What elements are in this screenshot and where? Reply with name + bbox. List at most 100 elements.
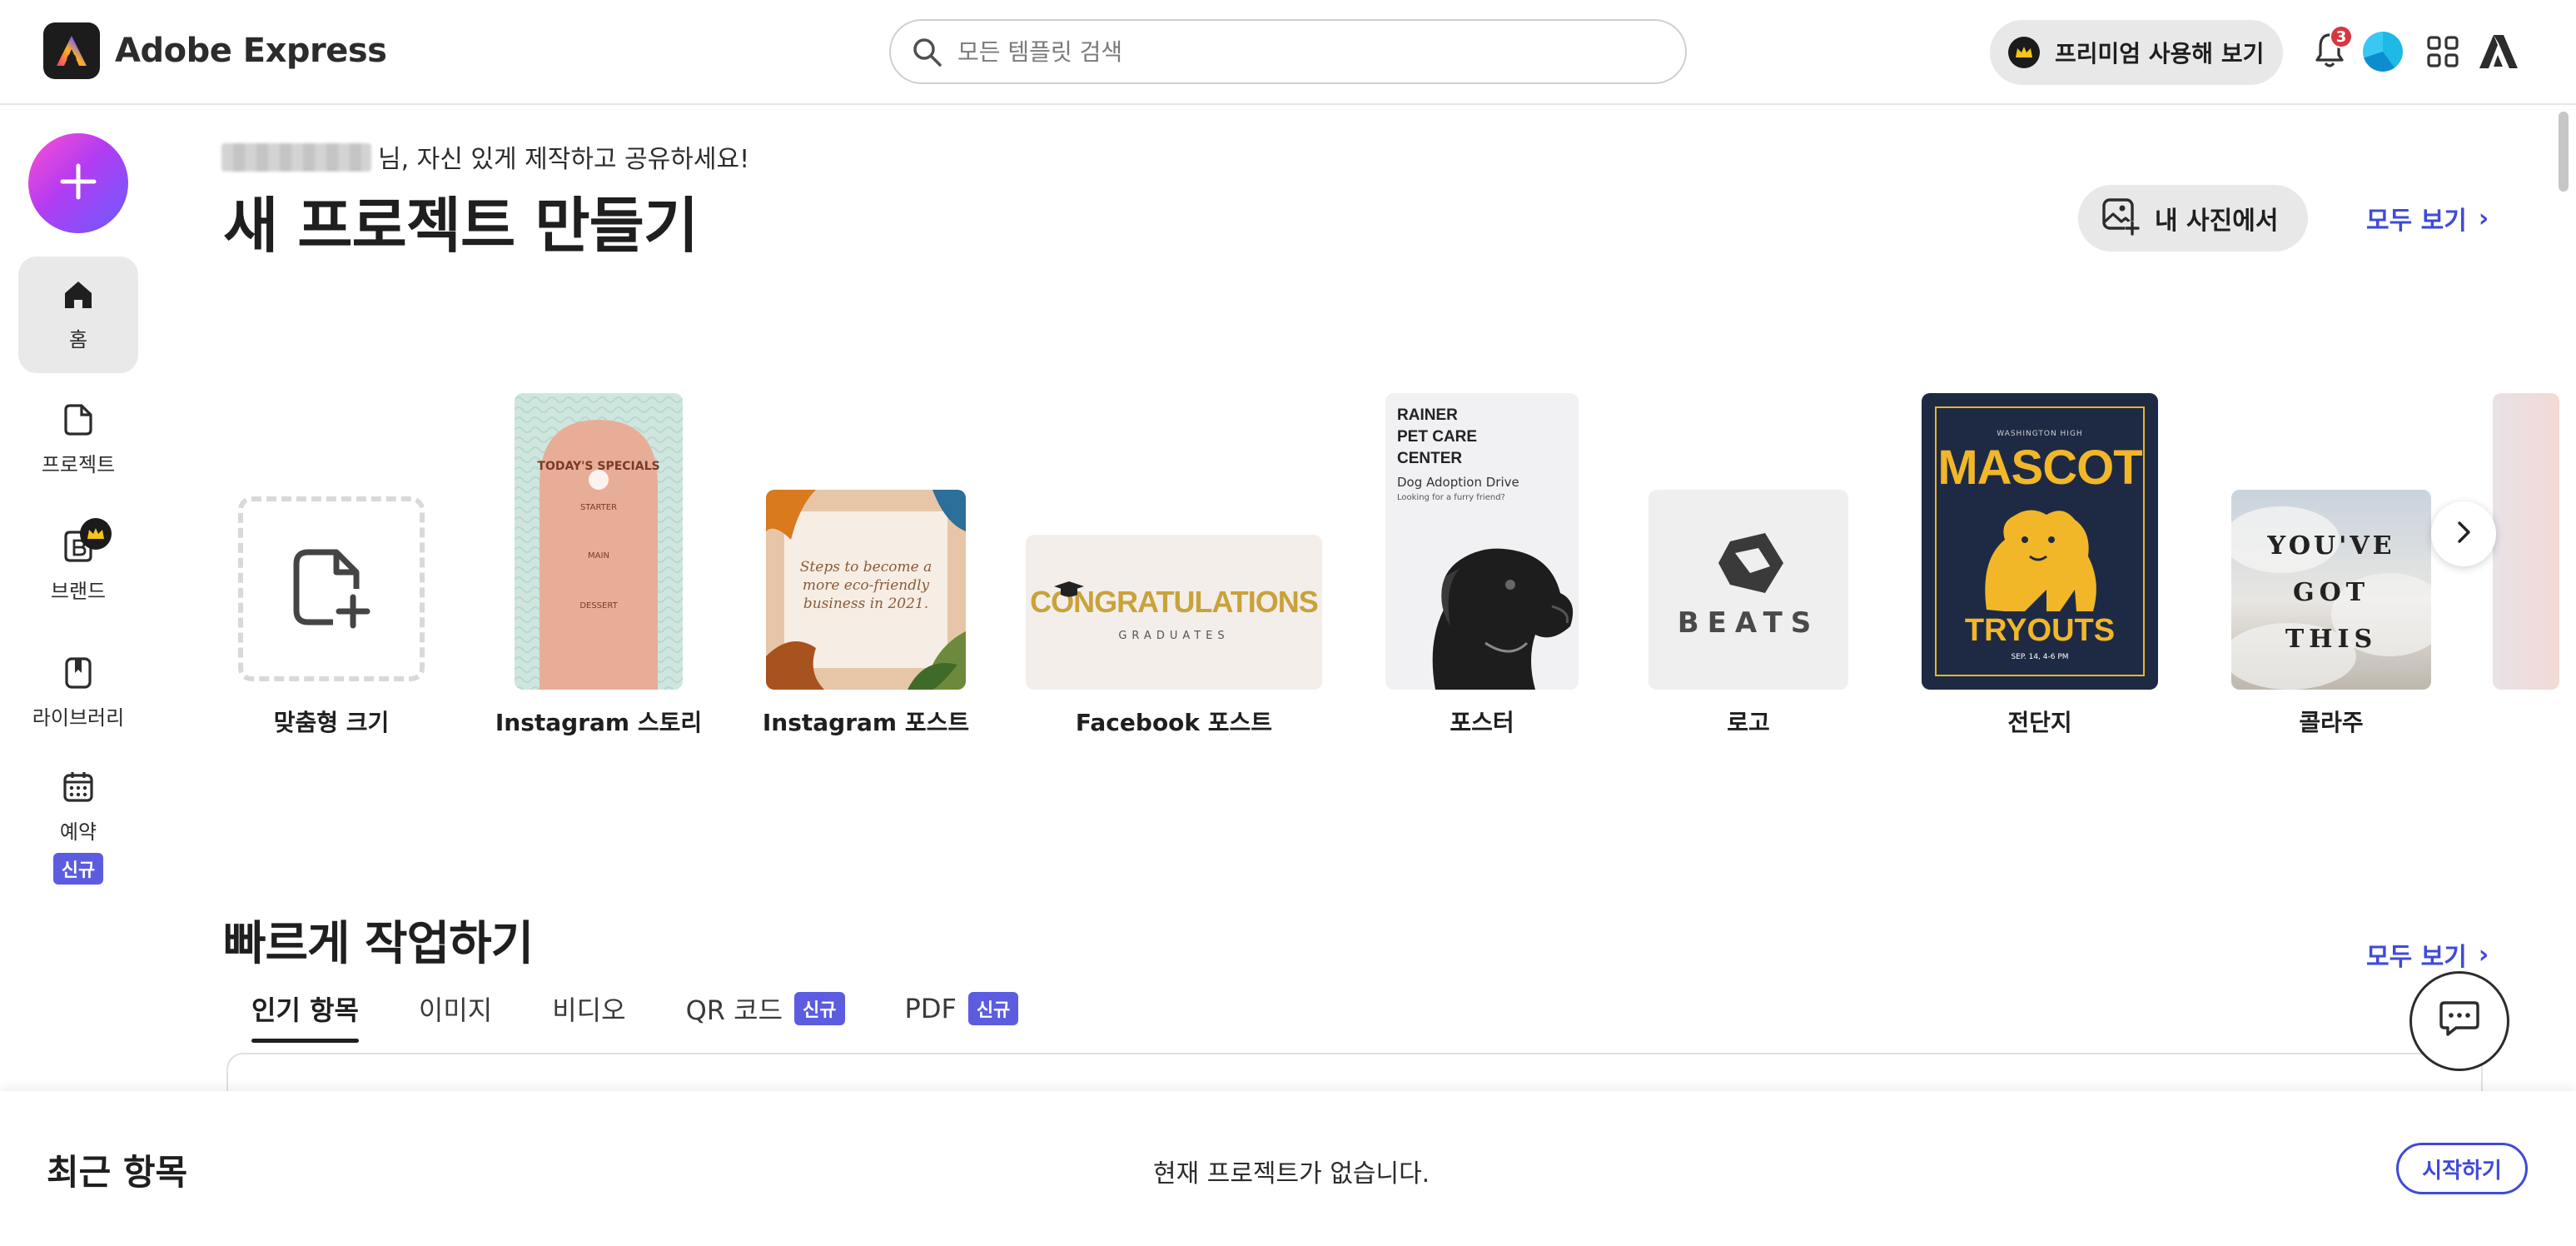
- see-all-label: 모두 보기: [2366, 943, 2467, 972]
- app-root: Adobe Express 프리미엄 사용해 보기 3: [0, 0, 2576, 1246]
- recent-title: 최근 항목: [47, 1152, 188, 1193]
- library-icon: [63, 656, 93, 693]
- notification-badge: 3: [2330, 25, 2353, 48]
- sidebar-item-brand[interactable]: 브랜드: [18, 508, 138, 625]
- page-title: 새 프로젝트 만들기: [223, 191, 699, 261]
- sidebar-item-schedule[interactable]: 예약 신규: [18, 756, 138, 898]
- chevron-right-icon: ›: [2478, 203, 2489, 233]
- flyer-date: SEP. 14, 4-6 PM: [2011, 653, 2069, 661]
- collage-thumbnail[interactable]: YOU'VE GOT THIS: [2231, 490, 2431, 690]
- top-header: Adobe Express 프리미엄 사용해 보기 3: [0, 0, 2576, 105]
- new-file-icon: [290, 546, 373, 632]
- scrollbar-thumb[interactable]: [2559, 112, 2569, 192]
- from-my-photos-button[interactable]: 내 사진에서: [2078, 185, 2308, 252]
- project-icon: [63, 403, 93, 440]
- sidebar-item-label: 라이브러리: [32, 705, 125, 730]
- tab-popular[interactable]: 인기 항목: [251, 988, 359, 1043]
- tab-label: 이미지: [418, 994, 493, 1026]
- carousel-next-button[interactable]: [2431, 501, 2496, 566]
- crown-icon: [2008, 37, 2040, 68]
- template-label[interactable]: Instagram 포스트: [763, 705, 969, 738]
- story-section-3: DESSERT: [579, 601, 618, 611]
- custom-size-tile[interactable]: [238, 496, 425, 681]
- chat-help-button[interactable]: [2409, 971, 2509, 1071]
- flyer-subtitle: TRYOUTS: [1964, 613, 2116, 648]
- tab-qr-code[interactable]: QR 코드 신규: [686, 988, 845, 1029]
- collage-line-1: YOU'VE: [2267, 531, 2395, 561]
- sidebar-item-label: 프로젝트: [41, 452, 116, 476]
- quick-actions-title: 빠르게 작업하기: [223, 917, 534, 971]
- start-button[interactable]: 시작하기: [2396, 1143, 2528, 1194]
- tab-label: QR 코드: [685, 994, 783, 1026]
- calendar-icon: [62, 770, 95, 807]
- home-icon: [62, 278, 95, 315]
- plus-icon: [57, 161, 99, 206]
- tab-video[interactable]: 비디오: [552, 988, 625, 1029]
- redacted-username: [221, 143, 371, 172]
- sidebar-item-library[interactable]: 라이브러리: [18, 635, 138, 751]
- chevron-right-icon: ›: [2478, 939, 2489, 969]
- logo-thumbnail[interactable]: BEATS: [1649, 490, 1848, 690]
- new-badge: 신규: [967, 992, 1019, 1025]
- left-nav: 홈 프로젝트 브랜드 라이브러리 예약 신규: [0, 107, 155, 1089]
- app-name: Adobe Express: [115, 32, 387, 70]
- poster-thumbnail[interactable]: RAINER PET CARE CENTER Dog Adoption Driv…: [1385, 393, 1579, 690]
- search-icon: [911, 36, 944, 72]
- tab-label: 인기 항목: [251, 994, 359, 1026]
- chat-icon: [2438, 999, 2481, 1043]
- story-section-2: MAIN: [588, 551, 609, 561]
- from-my-photos-label: 내 사진에서: [2155, 207, 2279, 236]
- story-section-1: STARTER: [579, 503, 618, 512]
- post-art-text: Steps to become a more eco-friendly busi…: [799, 559, 932, 612]
- tab-pdf[interactable]: PDF 신규: [905, 988, 1019, 1029]
- recent-empty-message: 현재 프로젝트가 없습니다.: [1153, 1159, 1430, 1189]
- sidebar-item-projects[interactable]: 프로젝트: [18, 381, 138, 498]
- greeting-text: 님, 자신 있게 제작하고 공유하세요!: [378, 145, 750, 174]
- template-thumbnail-partial[interactable]: [2493, 393, 2559, 690]
- template-label[interactable]: Facebook 포스트: [1076, 705, 1272, 738]
- add-photo-icon: [2101, 197, 2140, 239]
- instagram-post-thumbnail[interactable]: Steps to become a more eco-friendly busi…: [766, 490, 966, 690]
- template-label[interactable]: 포스터: [1450, 705, 1514, 738]
- flyer-thumbnail[interactable]: WASHINGTON HIGH MASCOT TRYOUTS SEP. 14, …: [1922, 393, 2158, 690]
- tab-label: PDF: [904, 993, 957, 1024]
- collage-line-3: THIS: [2285, 625, 2378, 654]
- vertical-scrollbar[interactable]: [2554, 107, 2573, 1089]
- apps-grid-icon[interactable]: [2426, 35, 2459, 72]
- sidebar-item-label: 예약: [59, 820, 97, 844]
- story-heading: TODAY'S SPECIALS: [537, 460, 660, 473]
- template-label[interactable]: 콜라주: [2299, 705, 2363, 738]
- search-bar[interactable]: [889, 19, 1687, 84]
- template-label[interactable]: Instagram 스토리: [495, 705, 702, 738]
- avatar[interactable]: [2363, 32, 2403, 72]
- recent-items-bar: 최근 항목 현재 프로젝트가 없습니다. 시작하기: [0, 1091, 2576, 1246]
- create-new-button[interactable]: [28, 133, 128, 233]
- instagram-story-thumbnail[interactable]: TODAY'S SPECIALS STARTER MAIN DESSERT: [515, 393, 683, 690]
- premium-trial-button[interactable]: 프리미엄 사용해 보기: [1990, 20, 2283, 85]
- facebook-post-thumbnail[interactable]: CONGRATULATIONS GRADUATES: [1026, 535, 1322, 690]
- tab-label: 비디오: [552, 994, 626, 1026]
- new-badge: 신규: [52, 852, 104, 885]
- chevron-right-icon: [2451, 515, 2476, 553]
- search-input[interactable]: [957, 31, 1657, 72]
- template-label[interactable]: 로고: [1727, 705, 1770, 738]
- sidebar-item-label: 홈: [68, 327, 88, 351]
- quick-see-all-link[interactable]: 모두 보기 ›: [2366, 936, 2489, 973]
- quick-actions-tabs: 인기 항목 이미지 비디오 QR 코드 신규 PDF 신규: [251, 988, 1078, 1054]
- new-badge: 신규: [794, 992, 845, 1025]
- sidebar-item-label: 브랜드: [50, 579, 107, 603]
- see-all-label: 모두 보기: [2366, 207, 2467, 236]
- sidebar-item-home[interactable]: 홈: [18, 257, 138, 373]
- collage-line-2: GOT: [2292, 578, 2370, 607]
- adobe-logo-icon[interactable]: [2479, 35, 2518, 72]
- premium-label: 프리미엄 사용해 보기: [2055, 40, 2265, 67]
- adobe-express-logo-icon: [43, 22, 100, 79]
- see-all-link[interactable]: 모두 보기 ›: [2366, 200, 2489, 237]
- tab-images[interactable]: 이미지: [419, 988, 492, 1029]
- logo-art-text: BEATS: [1677, 606, 1820, 640]
- fb-art-subtitle: GRADUATES: [1118, 630, 1230, 642]
- template-label[interactable]: 맞춤형 크기: [274, 705, 390, 738]
- template-label[interactable]: 전단지: [2007, 705, 2071, 738]
- premium-crown-icon: [80, 518, 112, 550]
- brand[interactable]: Adobe Express: [43, 22, 387, 79]
